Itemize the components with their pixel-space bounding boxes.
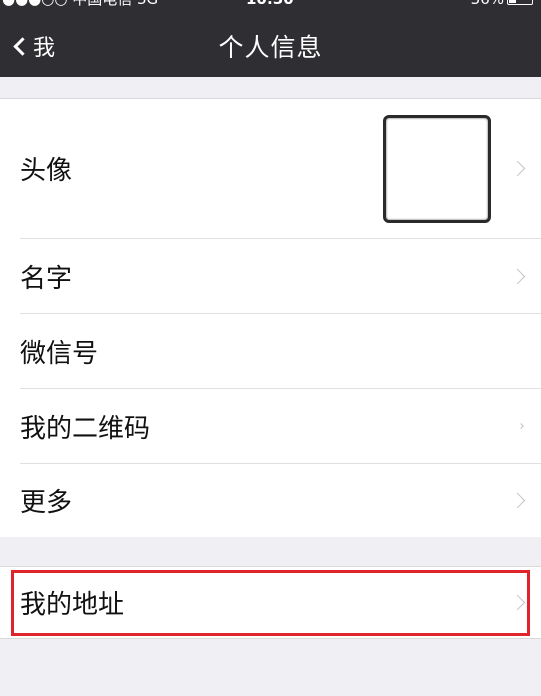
personal-info-screen: ●●●○○ 中国电信 3G 10:30 36% 我 个人信息 头像 名字 微信号 [0,0,541,696]
row-avatar[interactable]: 头像 [0,99,541,238]
navigation-bar: ●●●○○ 中国电信 3G 10:30 36% 我 个人信息 [0,0,541,77]
chevron-right-icon [518,423,524,429]
row-wechat-id-label: 微信号 [20,338,99,369]
chevron-right-icon [509,160,526,177]
row-my-address[interactable]: 我的地址 [0,567,541,638]
battery-indicator: 36% [471,0,533,8]
row-qr-code-label: 我的二维码 [20,413,151,444]
row-qr-code[interactable]: 我的二维码 [0,389,541,463]
address-section: 我的地址 [0,566,541,639]
status-bar: ●●●○○ 中国电信 3G 10:30 36% [0,0,541,8]
chevron-right-icon [509,492,526,509]
chevron-right-icon [509,268,526,284]
row-wechat-id[interactable]: 微信号 [0,314,541,388]
row-avatar-label: 头像 [20,156,73,186]
chevron-right-icon [509,594,526,611]
row-name-label: 名字 [20,263,73,294]
carrier-text: ●●●○○ 中国电信 3G [2,0,158,8]
row-more-label: 更多 [20,488,73,518]
row-name[interactable]: 名字 [0,239,541,313]
battery-icon [507,0,533,5]
status-time: 10:30 [246,0,294,8]
row-more[interactable]: 更多 [0,464,541,537]
profile-section: 头像 名字 微信号 我的二维码 更多 [0,98,541,537]
page-title: 个人信息 [218,33,323,62]
row-my-address-label: 我的地址 [20,590,125,620]
avatar [383,115,491,223]
battery-percent: 36% [471,0,504,8]
